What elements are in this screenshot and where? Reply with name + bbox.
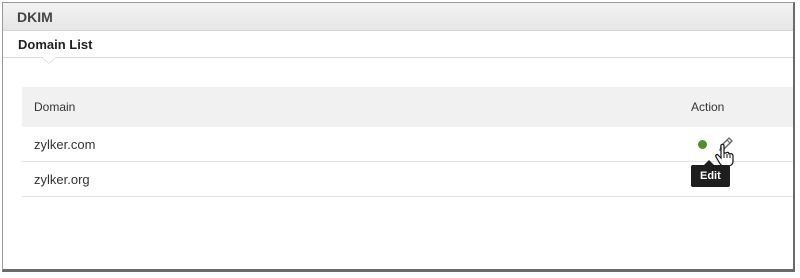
tab-domain-list[interactable]: Domain List bbox=[18, 37, 92, 52]
column-header-domain: Domain bbox=[34, 100, 76, 114]
status-active-icon bbox=[698, 140, 707, 149]
table-header: Domain Action bbox=[22, 87, 793, 127]
header-bar: DKIM bbox=[3, 3, 793, 31]
domain-cell: zylker.org bbox=[34, 172, 90, 187]
column-header-action: Action bbox=[691, 100, 725, 114]
domain-cell: zylker.com bbox=[34, 137, 96, 152]
table-row[interactable]: zylker.com bbox=[22, 127, 793, 162]
tab-pointer-fill bbox=[42, 57, 56, 63]
app-window: DKIM Domain List Domain Action zylker.co… bbox=[2, 2, 795, 272]
subheader-bar: Domain List bbox=[3, 31, 793, 58]
page-title: DKIM bbox=[17, 9, 53, 25]
table-row[interactable]: zylker.org bbox=[22, 162, 793, 197]
hand-cursor-icon bbox=[715, 143, 734, 167]
edit-tooltip: Edit bbox=[691, 160, 730, 187]
domain-table: Domain Action zylker.com zylker.org bbox=[22, 87, 793, 197]
